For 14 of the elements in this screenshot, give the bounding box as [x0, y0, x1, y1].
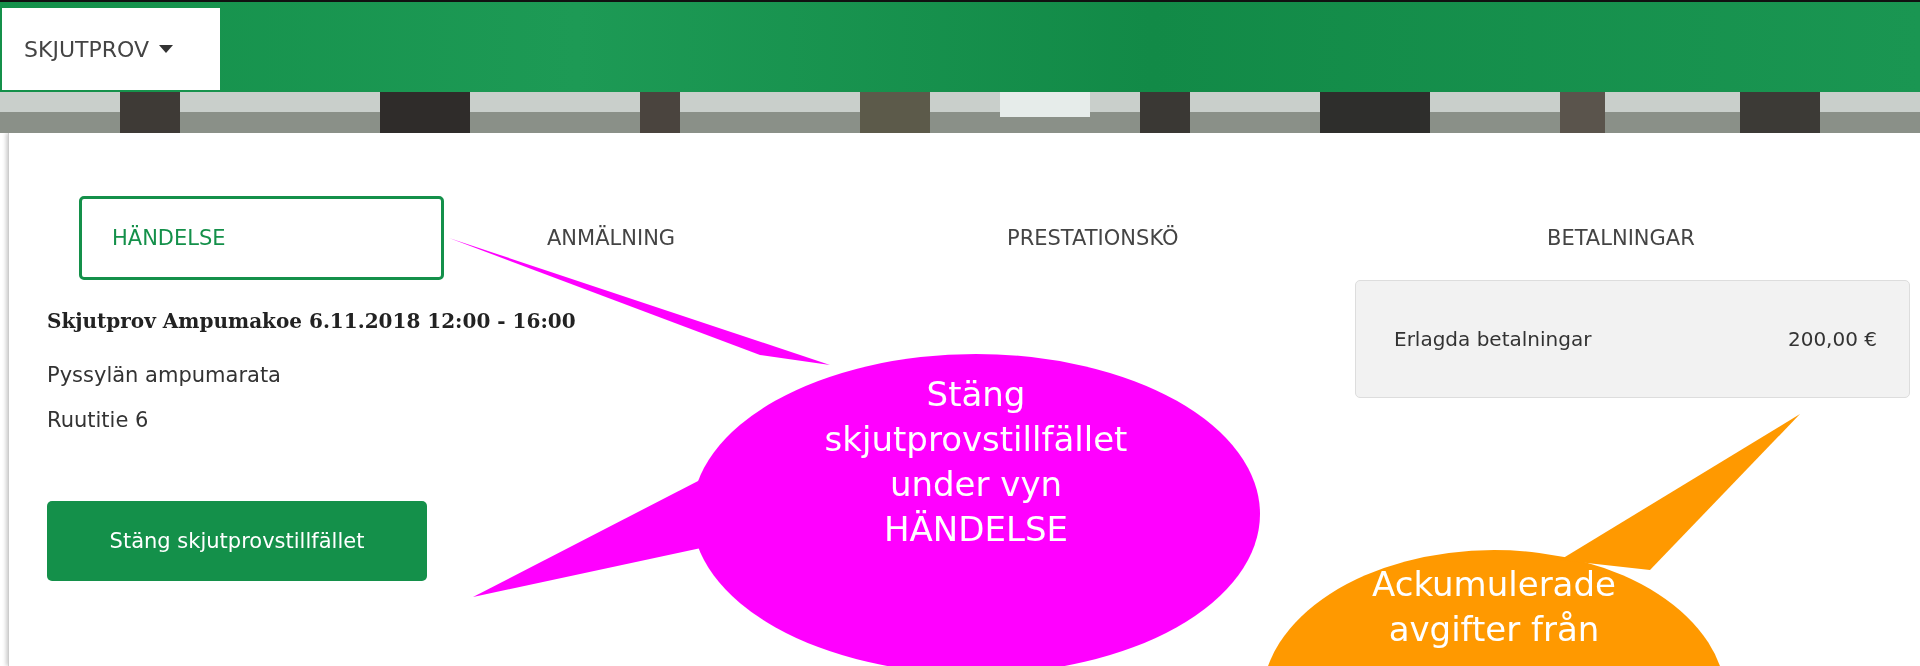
tab[interactable]: BETALNINGAR	[1484, 196, 1920, 280]
tab[interactable]: ANMÄLNING	[474, 196, 939, 280]
caret-icon	[158, 45, 173, 53]
tab[interactable]: HÄNDELSE	[79, 196, 444, 280]
callout-text: Ackumulerade avgifter från	[1371, 563, 1617, 651]
tab[interactable]: PRESTATIONSKÖ	[939, 196, 1484, 280]
payments-label: Erlagda betalningar	[1394, 327, 1592, 351]
address-line: Ruutitie 6	[47, 407, 150, 434]
close-event-button[interactable]: Stäng skjutprovstillfället	[47, 501, 427, 581]
event-title: Skjutprov Ampumakoe 6.11.2018 12:00 - 16:00	[47, 309, 576, 333]
callout-text: Stäng skjutprovstillfället under vyn HÄNDELSE	[823, 373, 1129, 551]
menu-dropdown[interactable]: SKJUTPROV	[2, 8, 220, 90]
payments-amount: 200,00 €	[1787, 327, 1877, 351]
address-line: Pyssylän ampumarata	[47, 362, 282, 389]
